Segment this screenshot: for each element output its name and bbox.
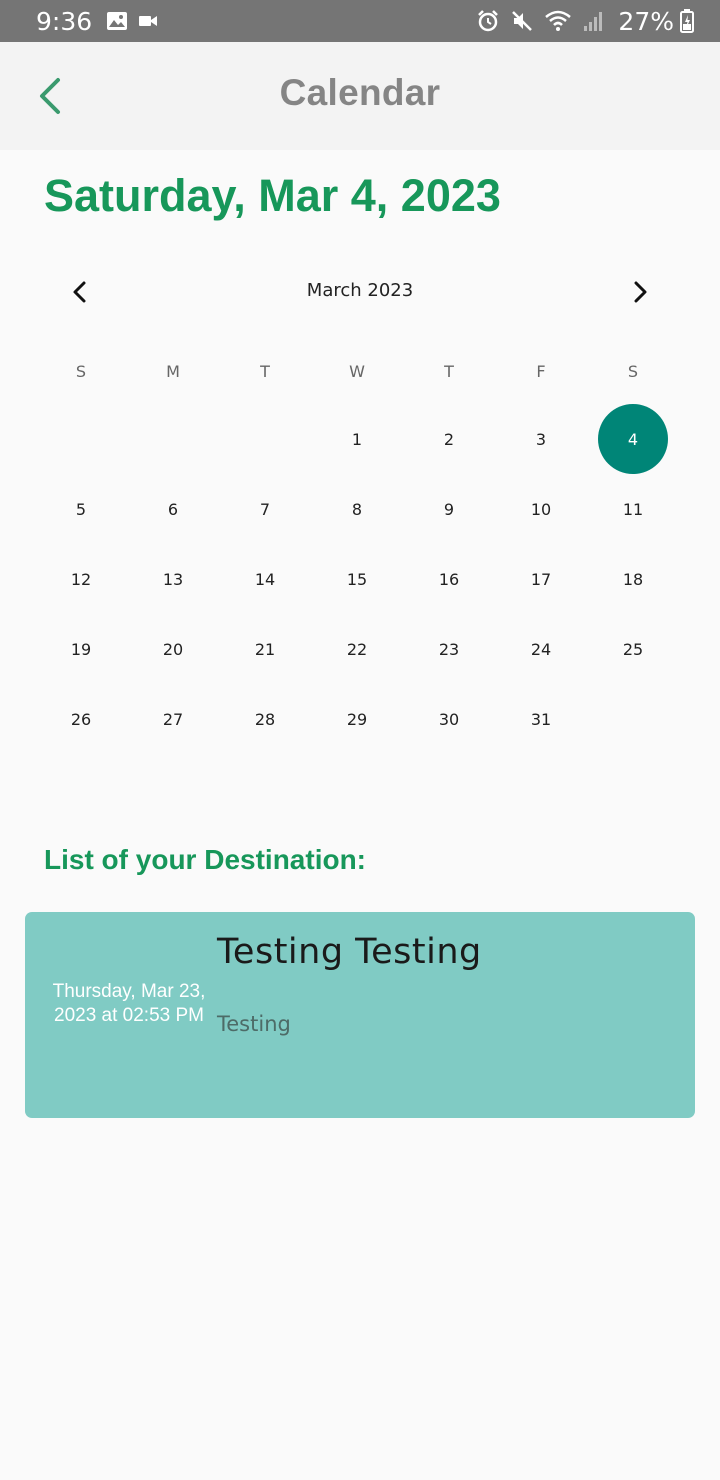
day-number: 11 [622, 499, 644, 519]
mute-icon [510, 9, 534, 33]
day-number: 1 [351, 429, 363, 449]
day-cell[interactable]: 27 [127, 684, 219, 754]
day-number: 5 [75, 499, 87, 519]
day-cell[interactable]: 18 [587, 544, 679, 614]
chevron-right-icon [634, 281, 647, 303]
day-number: 16 [438, 569, 460, 589]
day-number: 3 [535, 429, 547, 449]
day-cell[interactable]: 30 [403, 684, 495, 754]
day-cell[interactable]: 10 [495, 474, 587, 544]
destination-title: Testing Testing [217, 932, 482, 972]
day-number: 23 [438, 639, 460, 659]
day-number: 14 [254, 569, 276, 589]
day-cell[interactable]: 23 [403, 614, 495, 684]
day-number: 19 [70, 639, 92, 659]
day-number: 7 [259, 499, 271, 519]
alarm-icon [476, 9, 500, 33]
day-number: 6 [167, 499, 179, 519]
battery-icon [680, 9, 694, 33]
day-number: 15 [346, 569, 368, 589]
weekday-label: M [166, 362, 180, 381]
day-number: 25 [622, 639, 644, 659]
day-number: 13 [162, 569, 184, 589]
destination-date: Thursday, Mar 23, 2023 at 02:53 PM [52, 981, 206, 1026]
day-cell[interactable]: 15 [311, 544, 403, 614]
weekday-label: F [536, 362, 546, 381]
status-bar: 9:36 27% [0, 0, 720, 42]
day-cell[interactable]: 11 [587, 474, 679, 544]
day-cell[interactable]: 5 [35, 474, 127, 544]
day-cell[interactable]: 13 [127, 544, 219, 614]
day-number: 24 [530, 639, 552, 659]
calendar-days-grid: 1 2 3 4 5 6 7 8 9 10 11 12 13 14 15 16 17 18 19 20 21 22 23 24 2… [35, 404, 679, 754]
status-bar-right: 27% [476, 7, 694, 36]
month-label: March 2023 [306, 280, 414, 301]
day-number: 2 [443, 429, 455, 449]
day-number: 12 [70, 569, 92, 589]
day-number: 4 [598, 404, 668, 474]
day-cell[interactable]: 29 [311, 684, 403, 754]
day-number: 28 [254, 709, 276, 729]
weekday-label: W [349, 362, 365, 381]
day-cell[interactable]: 19 [35, 614, 127, 684]
day-number: 8 [351, 499, 363, 519]
month-navigation: March 2023 [0, 270, 720, 314]
day-cell[interactable]: 2 [403, 404, 495, 474]
status-time: 9:36 [36, 6, 93, 36]
day-number: 31 [530, 709, 552, 729]
day-cell[interactable]: 22 [311, 614, 403, 684]
day-number: 22 [346, 639, 368, 659]
next-month-button[interactable] [618, 270, 662, 314]
day-cell[interactable]: 28 [219, 684, 311, 754]
empty-day-cell [127, 404, 219, 474]
weekday-label: T [444, 362, 454, 381]
weekday-label: T [260, 362, 270, 381]
day-number: 20 [162, 639, 184, 659]
destination-list-heading: List of your Destination: [44, 844, 366, 875]
battery-percent: 27% [618, 6, 674, 36]
selected-date-heading: Saturday, Mar 4, 2023 [44, 170, 501, 221]
empty-day-cell [587, 684, 679, 754]
selected-day-cell[interactable]: 4 [587, 404, 679, 474]
day-cell[interactable]: 9 [403, 474, 495, 544]
day-number: 26 [70, 709, 92, 729]
page-title: Calendar [279, 72, 441, 113]
empty-day-cell [219, 404, 311, 474]
video-icon [138, 13, 158, 29]
app-bar: Calendar [0, 42, 720, 150]
destination-card[interactable]: Thursday, Mar 23, 2023 at 02:53 PM Testi… [25, 912, 695, 1118]
day-cell[interactable]: 25 [587, 614, 679, 684]
weekday-label: S [75, 362, 87, 381]
day-cell[interactable]: 3 [495, 404, 587, 474]
day-number: 18 [622, 569, 644, 589]
day-cell[interactable]: 21 [219, 614, 311, 684]
day-cell[interactable]: 16 [403, 544, 495, 614]
status-bar-left: 9:36 [36, 7, 168, 36]
day-cell[interactable]: 12 [35, 544, 127, 614]
day-cell[interactable]: 31 [495, 684, 587, 754]
day-number: 9 [443, 499, 455, 519]
weekday-header: S M T W T F S [35, 360, 679, 384]
day-cell[interactable]: 24 [495, 614, 587, 684]
destination-description: Testing [217, 1012, 291, 1036]
day-cell[interactable]: 20 [127, 614, 219, 684]
day-cell[interactable]: 17 [495, 544, 587, 614]
day-number: 29 [346, 709, 368, 729]
wifi-icon [544, 9, 572, 33]
day-cell[interactable]: 1 [311, 404, 403, 474]
signal-icon [582, 10, 604, 32]
day-number: 21 [254, 639, 276, 659]
day-cell[interactable]: 6 [127, 474, 219, 544]
day-cell[interactable]: 14 [219, 544, 311, 614]
day-number: 17 [530, 569, 552, 589]
day-cell[interactable]: 7 [219, 474, 311, 544]
day-cell[interactable]: 8 [311, 474, 403, 544]
day-number: 27 [162, 709, 184, 729]
weekday-label: S [627, 362, 639, 381]
image-icon [106, 11, 128, 31]
day-number: 10 [530, 499, 552, 519]
day-cell[interactable]: 26 [35, 684, 127, 754]
day-number: 30 [438, 709, 460, 729]
empty-day-cell [35, 404, 127, 474]
